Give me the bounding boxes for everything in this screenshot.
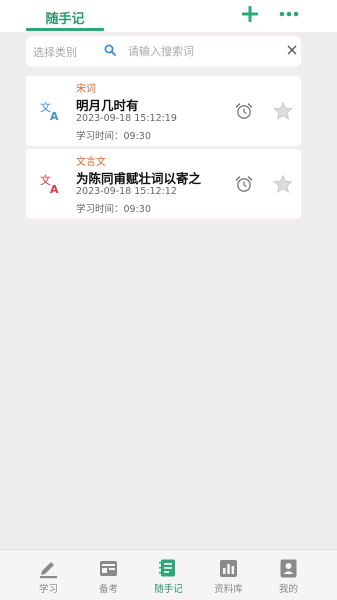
nav-item-notes[interactable]: 随手记 [135,550,202,600]
svg-text:A: A [50,183,59,195]
study-time-label: 学习时间： [76,204,124,215]
profile-icon [280,559,297,578]
nav-item-library[interactable]: 资料库 [195,550,262,600]
more-icon[interactable] [279,8,299,20]
nav-label: 我的 [278,584,298,595]
translate-icon: 文 A [40,100,59,122]
nav-item-exam[interactable]: 备考 [75,550,142,600]
note-study-time: 学习时间：09:30 [76,128,151,142]
note-title: 明月几时有 [76,98,139,113]
alarm-clock-icon[interactable] [234,174,254,194]
search-icon[interactable] [104,44,116,56]
search-bar: 选择类别 [26,36,301,67]
top-bar: 随手记 [0,0,337,32]
category-select[interactable]: 选择类别 [33,44,77,60]
nav-label: 资料库 [214,584,243,595]
bottom-nav: 学习 备考 随手记 资料库 我的 [0,549,337,600]
study-time-value: 09:30 [123,131,151,142]
nav-item-study[interactable]: 学习 [15,550,82,600]
star-icon[interactable] [273,101,293,121]
study-time-value: 09:30 [123,204,151,215]
close-icon[interactable] [287,45,297,55]
card-icon [100,561,117,576]
note-category: 宋词 [76,84,96,95]
alarm-clock-icon[interactable] [234,101,254,121]
tab-indicator [26,28,104,31]
note-category: 文言文 [76,157,106,168]
star-icon[interactable] [273,174,293,194]
note-date: 2023-09-18 15:12:19 [76,113,177,124]
search-input[interactable] [128,42,278,60]
translate-icon: 文 A [40,173,59,195]
note-title: 为陈同甫赋壮词以寄之 [76,171,202,186]
note-card[interactable]: 文 A 宋词 明月几时有 2023-09-18 15:12:19 学习时间：09… [26,76,301,146]
nav-item-profile[interactable]: 我的 [255,550,322,600]
svg-text:A: A [50,110,59,122]
notebook-icon [159,559,175,577]
note-date: 2023-09-18 15:12:12 [76,186,177,197]
pencil-icon [40,562,57,579]
note-card[interactable]: 文 A 文言文 为陈同甫赋壮词以寄之 2023-09-18 15:12:12 学… [26,149,301,219]
chart-icon [220,560,237,577]
add-icon[interactable] [241,5,259,23]
nav-label: 备考 [98,584,118,595]
study-time-label: 学习时间： [76,131,124,142]
nav-label: 随手记 [154,584,183,595]
nav-label: 学习 [38,584,58,595]
note-study-time: 学习时间：09:30 [76,201,151,215]
